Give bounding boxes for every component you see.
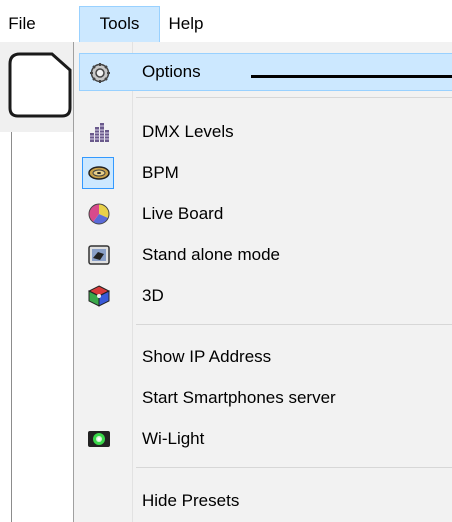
menu-item-wi-light[interactable]: Wi-Light	[74, 420, 452, 458]
menu-item-label: Live Board	[142, 204, 224, 223]
menu-item-label: Wi-Light	[142, 429, 205, 448]
bar-levels-icon	[90, 123, 109, 142]
menu-file[interactable]: File	[0, 6, 44, 42]
menu-item-stand-alone-mode[interactable]: Stand alone mode	[74, 236, 452, 274]
menu-item-label: Stand alone mode	[142, 245, 280, 264]
menu-item-live-board[interactable]: Live Board	[74, 195, 452, 233]
device-icon	[88, 245, 110, 265]
menu-item-label: Hide Presets	[142, 491, 240, 510]
menu-separator	[136, 97, 452, 98]
menu-item-start-smartphones-server[interactable]: Start Smartphones server	[74, 379, 452, 417]
gear-icon	[90, 63, 110, 83]
menu-item-label: Show IP Address	[142, 347, 272, 366]
document-icon[interactable]	[4, 50, 74, 118]
menu-item-label: Options	[142, 62, 201, 81]
menu-item-3d[interactable]: 3D	[74, 277, 452, 315]
panel-border	[11, 132, 12, 522]
menu-item-show-ip-address[interactable]: Show IP Address	[74, 338, 452, 376]
disc-icon	[88, 166, 110, 180]
tools-dropdown-menu: Options DMX Levels BPM Live Board Stand …	[73, 42, 452, 522]
color-wheel-icon	[88, 203, 110, 225]
menu-item-label: BPM	[142, 163, 179, 182]
annotation-arrow-line	[251, 75, 452, 78]
cube-icon	[88, 285, 110, 307]
menu-tools[interactable]: Tools	[79, 6, 160, 43]
wifi-light-icon	[88, 431, 110, 447]
menu-item-hide-presets[interactable]: Hide Presets	[74, 482, 452, 520]
workspace-panel	[12, 132, 76, 522]
menu-item-dmx-levels[interactable]: DMX Levels	[74, 113, 452, 151]
menu-bar: File Tools Help	[0, 0, 452, 43]
menu-item-bpm[interactable]: BPM	[74, 154, 452, 192]
menu-item-options[interactable]: Options	[79, 53, 452, 91]
menu-item-label: DMX Levels	[142, 122, 234, 141]
menu-item-label: 3D	[142, 286, 164, 305]
menu-separator	[136, 324, 452, 325]
menu-separator	[136, 467, 452, 468]
menu-item-label: Start Smartphones server	[142, 388, 336, 407]
menu-help[interactable]: Help	[160, 6, 212, 42]
